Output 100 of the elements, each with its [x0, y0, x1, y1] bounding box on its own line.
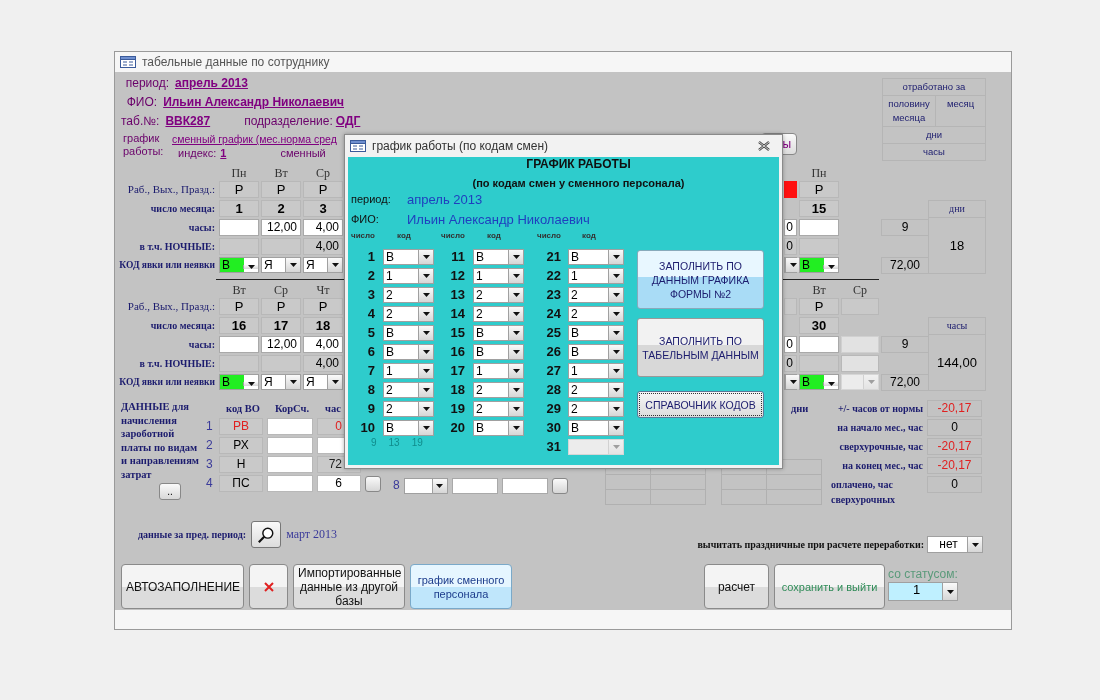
dropdown[interactable]: В [383, 249, 434, 265]
dropdown[interactable]: В [219, 374, 259, 390]
hours-field[interactable]: 0 [784, 219, 797, 236]
day-number: 23 [545, 287, 561, 303]
dropdown[interactable]: Я [261, 374, 301, 390]
dropdown[interactable]: 2 [473, 306, 524, 322]
dropdown[interactable]: Я [303, 374, 343, 390]
day-type-cell: Р [219, 181, 259, 198]
hours-field[interactable]: 4,00 [303, 336, 343, 353]
field-label: период: [124, 75, 169, 92]
schedule-value[interactable]: сменный график (мес.норма сред [172, 132, 337, 146]
hours-field[interactable] [219, 336, 259, 353]
dropdown[interactable]: В [568, 325, 624, 341]
dropdown[interactable]: 2 [568, 401, 624, 417]
dropdown[interactable]: В [473, 249, 524, 265]
dropdown[interactable]: 2 [473, 287, 524, 303]
caret-icon [422, 255, 430, 259]
hours-field[interactable]: 6 [317, 475, 361, 492]
period-value[interactable]: апрель 2013 [175, 74, 248, 93]
dropdown[interactable]: В [568, 420, 624, 436]
day-type-cell: Р [261, 181, 301, 198]
dropdown[interactable]: В [473, 420, 524, 436]
field-label: вычитать праздничные при расчете переработки: [697, 539, 924, 550]
hours-field[interactable] [219, 219, 259, 236]
night-hours-cell: 0 [784, 355, 797, 372]
fill-button[interactable]: СПРАВОЧНИК КОДОВ [637, 391, 764, 418]
dropdown[interactable]: 1 [383, 268, 434, 284]
dropdown[interactable]: В [383, 420, 434, 436]
department-value[interactable]: ОДГ [335, 112, 361, 131]
hours-field[interactable]: 0 [784, 336, 797, 353]
dropdown[interactable]: Я [261, 257, 301, 273]
dropdown[interactable]: 2 [473, 382, 524, 398]
dropdown[interactable]: 2 [383, 401, 434, 417]
account-field[interactable] [267, 437, 313, 454]
action-button[interactable]: Импортированные данные из другой базы [293, 564, 405, 609]
fill-button[interactable]: ЗАПОЛНИТЬ ПО ДАННЫМ ГРАФИКА ФОРМЫ №2 [637, 250, 764, 309]
dropdown[interactable]: 1 [568, 363, 624, 379]
account-field[interactable] [267, 456, 313, 473]
dropdown[interactable]: 1 [383, 363, 434, 379]
weekday-label: Вт [231, 283, 247, 297]
dropdown[interactable]: 2 [568, 287, 624, 303]
close-icon[interactable] [758, 141, 770, 151]
hours-field[interactable] [799, 219, 839, 236]
field-label: ФИО: [125, 94, 158, 111]
dropdown[interactable]: В [383, 325, 434, 341]
column-header: код [486, 230, 502, 242]
dropdown[interactable]: 2 [383, 306, 434, 322]
name-value[interactable]: Ильин Александр Николаевич [163, 93, 344, 112]
night-hours-cell: 0 [784, 238, 797, 255]
dropdown[interactable]: В [473, 344, 524, 360]
small-button[interactable] [365, 476, 381, 492]
dropdown[interactable]: В [473, 325, 524, 341]
dropdown[interactable]: В [799, 374, 839, 390]
dropdown[interactable]: 1 [473, 363, 524, 379]
account-field[interactable] [267, 475, 313, 492]
dropdown[interactable]: 2 [383, 287, 434, 303]
dropdown[interactable]: 2 [568, 306, 624, 322]
dropdown[interactable]: 1 [888, 582, 958, 601]
dropdown[interactable]: В [799, 257, 839, 273]
hours-field[interactable]: 12,00 [261, 336, 301, 353]
dropdown[interactable]: нет [927, 536, 983, 553]
faded-number: 19 [411, 436, 423, 450]
field-label: данные за пред. период: [138, 529, 247, 540]
fill-button[interactable]: ЗАПОЛНИТЬ ПО ТАБЕЛЬНЫМ ДАННЫМ [637, 318, 764, 377]
caret-icon [612, 445, 620, 449]
more-button[interactable]: .. [159, 483, 181, 500]
dropdown[interactable]: 2 [568, 382, 624, 398]
dropdown[interactable]: В [383, 344, 434, 360]
caret-icon [422, 407, 430, 411]
caret-icon [422, 331, 430, 335]
stat-value: -20,17 [927, 438, 982, 455]
code-cell: Н [219, 456, 263, 473]
dropdown[interactable]: 1 [473, 268, 524, 284]
stat-value: 0 [927, 419, 982, 436]
dropdown[interactable]: 2 [473, 401, 524, 417]
index-value[interactable]: 1 [220, 146, 227, 160]
delete-button[interactable] [249, 564, 288, 609]
day-number: 4 [366, 306, 375, 322]
action-button[interactable]: расчет [704, 564, 769, 609]
dropdown[interactable]: 2 [383, 382, 434, 398]
search-button[interactable] [251, 521, 282, 548]
dropdown[interactable]: 1 [568, 268, 624, 284]
day-number: 27 [545, 363, 561, 379]
dropdown[interactable]: В [219, 257, 259, 273]
day-number-cell: 16 [219, 317, 259, 334]
dropdown[interactable]: В [568, 344, 624, 360]
dropdown[interactable]: В [568, 249, 624, 265]
dropdown[interactable]: Я [303, 257, 343, 273]
weekday-label: Ср [852, 283, 868, 297]
schedule-button[interactable]: график сменного персонала [410, 564, 512, 609]
day-number: 12 [449, 268, 465, 284]
personnel-number[interactable]: ВВК287 [165, 112, 211, 131]
field-label: таб.№: [121, 113, 160, 130]
action-button[interactable]: АВТОЗАПОЛНЕНИЕ [121, 564, 244, 609]
account-field[interactable] [267, 418, 313, 435]
day-number: 1 [366, 249, 375, 265]
hours-field[interactable] [799, 336, 839, 353]
hours-field[interactable]: 4,00 [303, 219, 343, 236]
hours-field[interactable]: 12,00 [261, 219, 301, 236]
caret-icon [512, 255, 520, 259]
